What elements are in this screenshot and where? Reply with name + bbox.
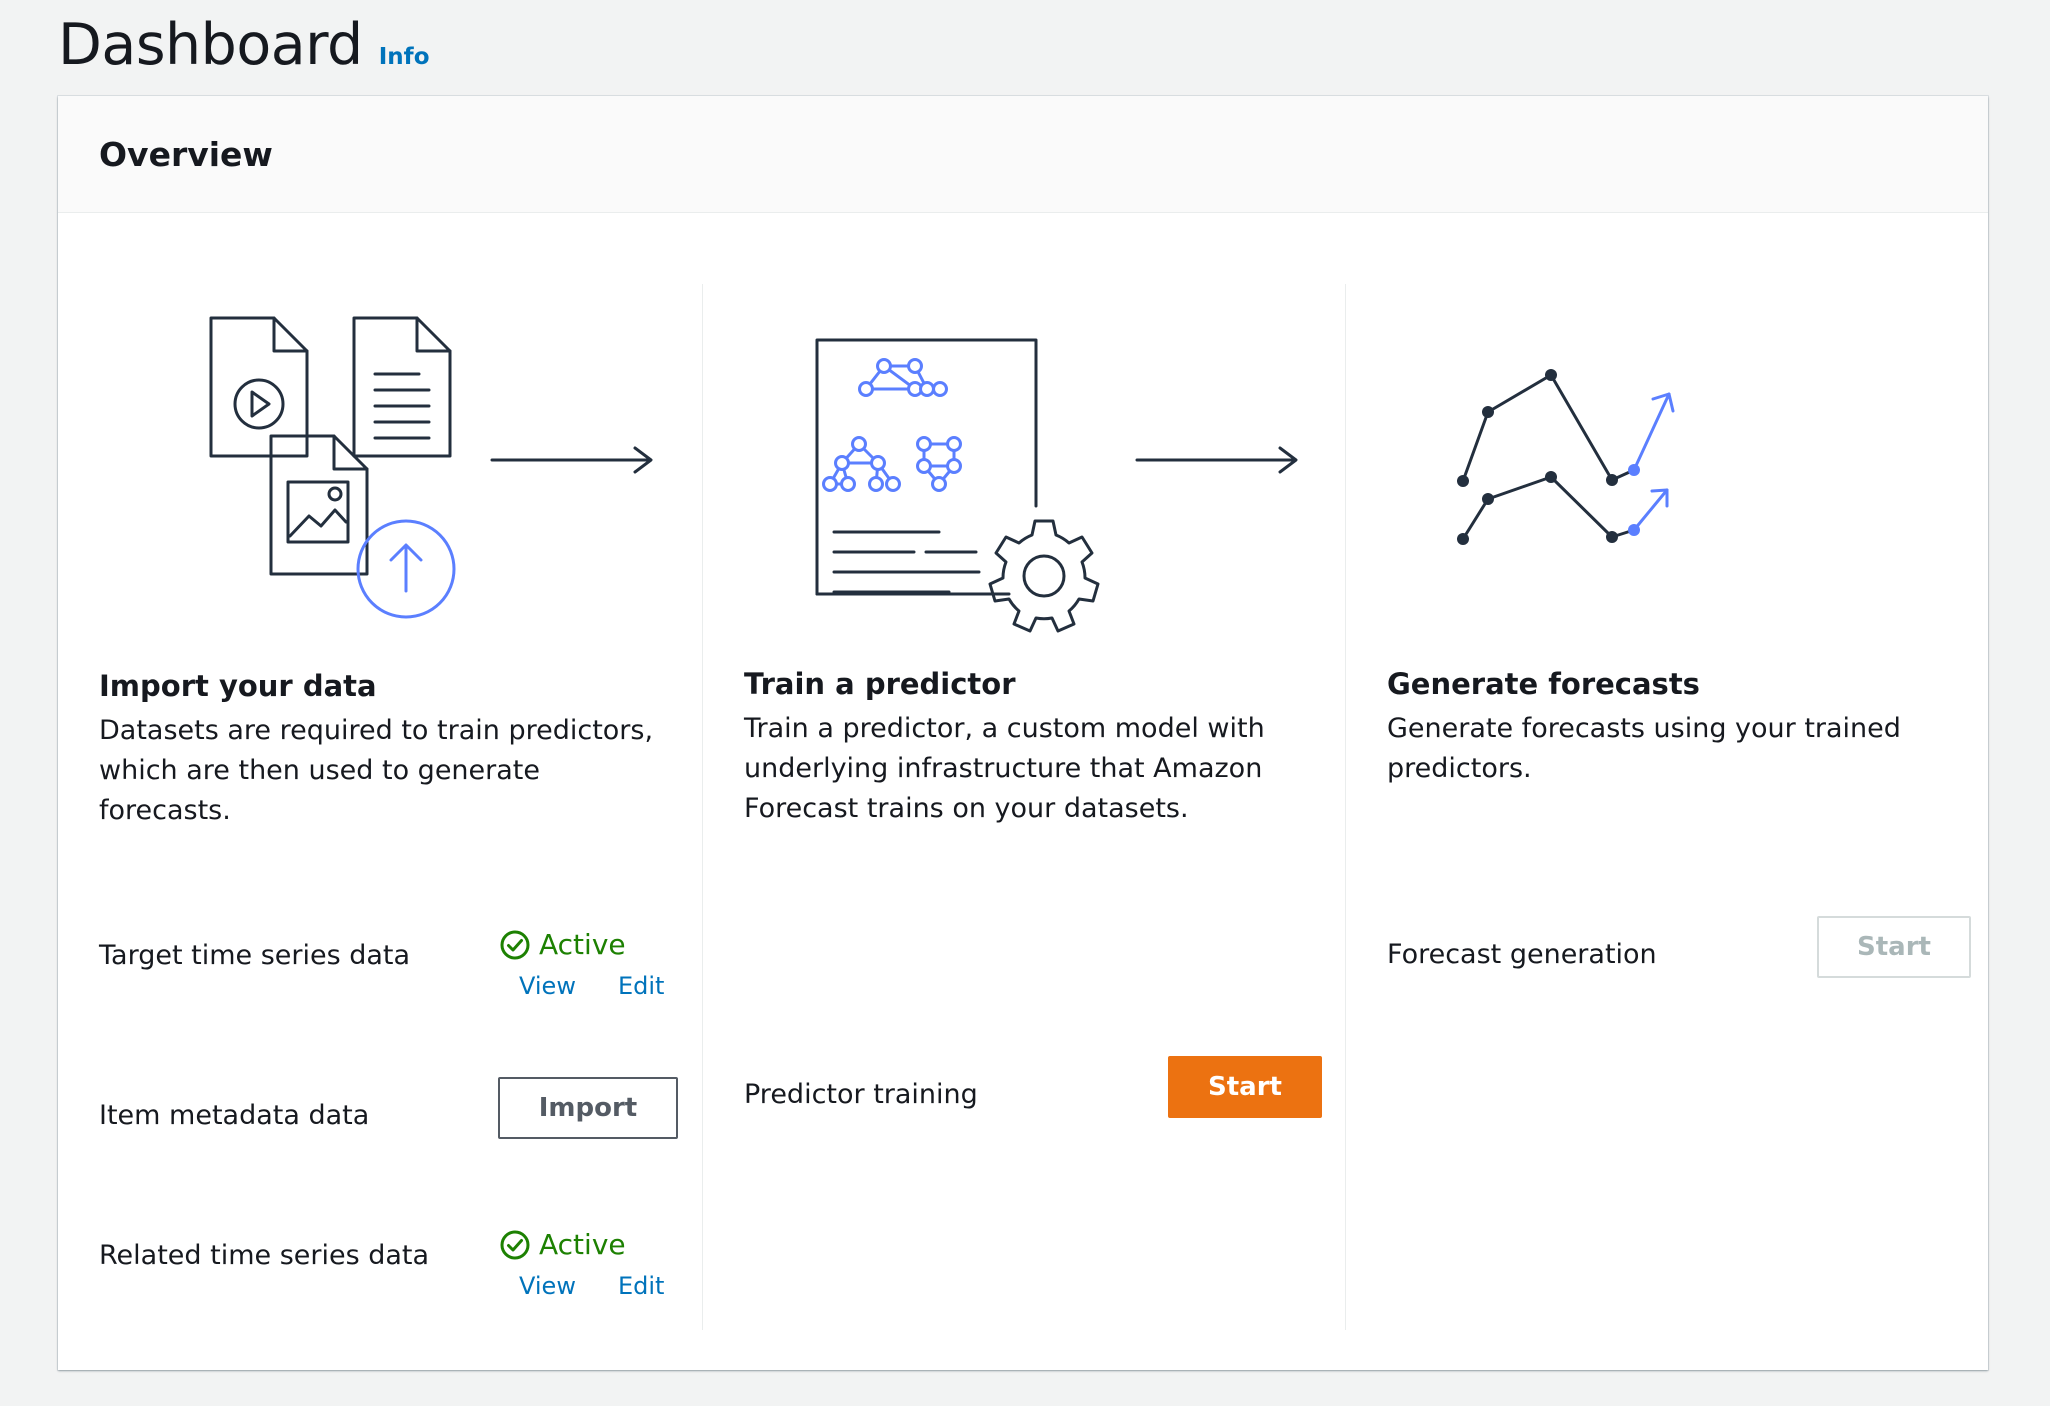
generate-forecasts-illustration-icon	[1457, 369, 1675, 545]
view-link[interactable]: View	[519, 972, 576, 1000]
start-forecast-generation-button[interactable]: Start	[1817, 916, 1971, 978]
overview-header: Overview	[58, 96, 1988, 213]
start-predictor-training-button[interactable]: Start	[1168, 1056, 1322, 1118]
step-title-forecasts: Generate forecasts	[1387, 667, 1700, 701]
step-description-import: Datasets are required to train predictor…	[99, 715, 654, 826]
related-time-series-label: Related time series data	[99, 1240, 430, 1271]
import-data-illustration-icon	[209, 316, 653, 619]
status-success-icon	[500, 930, 530, 959]
status-text: Active	[539, 928, 626, 961]
item-metadata-label: Item metadata data	[99, 1100, 370, 1131]
step-title-import: Import your data	[99, 669, 377, 703]
overview-title: Overview	[99, 134, 273, 174]
edit-link[interactable]: Edit	[618, 972, 664, 1000]
status-text: Active	[539, 1228, 626, 1261]
info-link[interactable]: Info	[379, 44, 430, 70]
overview-container: Overview Import your data Datasets are r…	[58, 96, 1988, 1370]
step-train-predictor: Train a predictor Train a predictor, a c…	[702, 284, 1384, 1330]
forecast-generation-label: Forecast generation	[1387, 939, 1657, 970]
target-time-series-actions: View Edit	[519, 972, 664, 1000]
edit-link[interactable]: Edit	[618, 1272, 664, 1300]
target-time-series-label: Target time series data	[99, 940, 411, 971]
target-time-series-status: Active	[499, 928, 626, 961]
status-success-icon	[500, 1230, 530, 1259]
step-import-data: Import your data Datasets are required t…	[99, 284, 697, 1330]
related-time-series-actions: View Edit	[519, 1272, 664, 1300]
train-predictor-illustration-icon	[815, 338, 1298, 633]
predictor-training-label: Predictor training	[744, 1079, 978, 1110]
page-header: Dashboard Info	[58, 12, 430, 78]
step-description-train: Train a predictor, a custom model with u…	[744, 713, 1265, 824]
step-title-train: Train a predictor	[744, 667, 1016, 701]
page-title: Dashboard	[58, 12, 363, 78]
view-link[interactable]: View	[519, 1272, 576, 1300]
step-generate-forecasts: Generate forecasts Generate forecasts us…	[1345, 284, 1989, 1330]
import-button[interactable]: Import	[498, 1077, 678, 1139]
related-time-series-status: Active	[499, 1228, 626, 1261]
step-description-forecasts: Generate forecasts using your trained pr…	[1387, 713, 1901, 784]
